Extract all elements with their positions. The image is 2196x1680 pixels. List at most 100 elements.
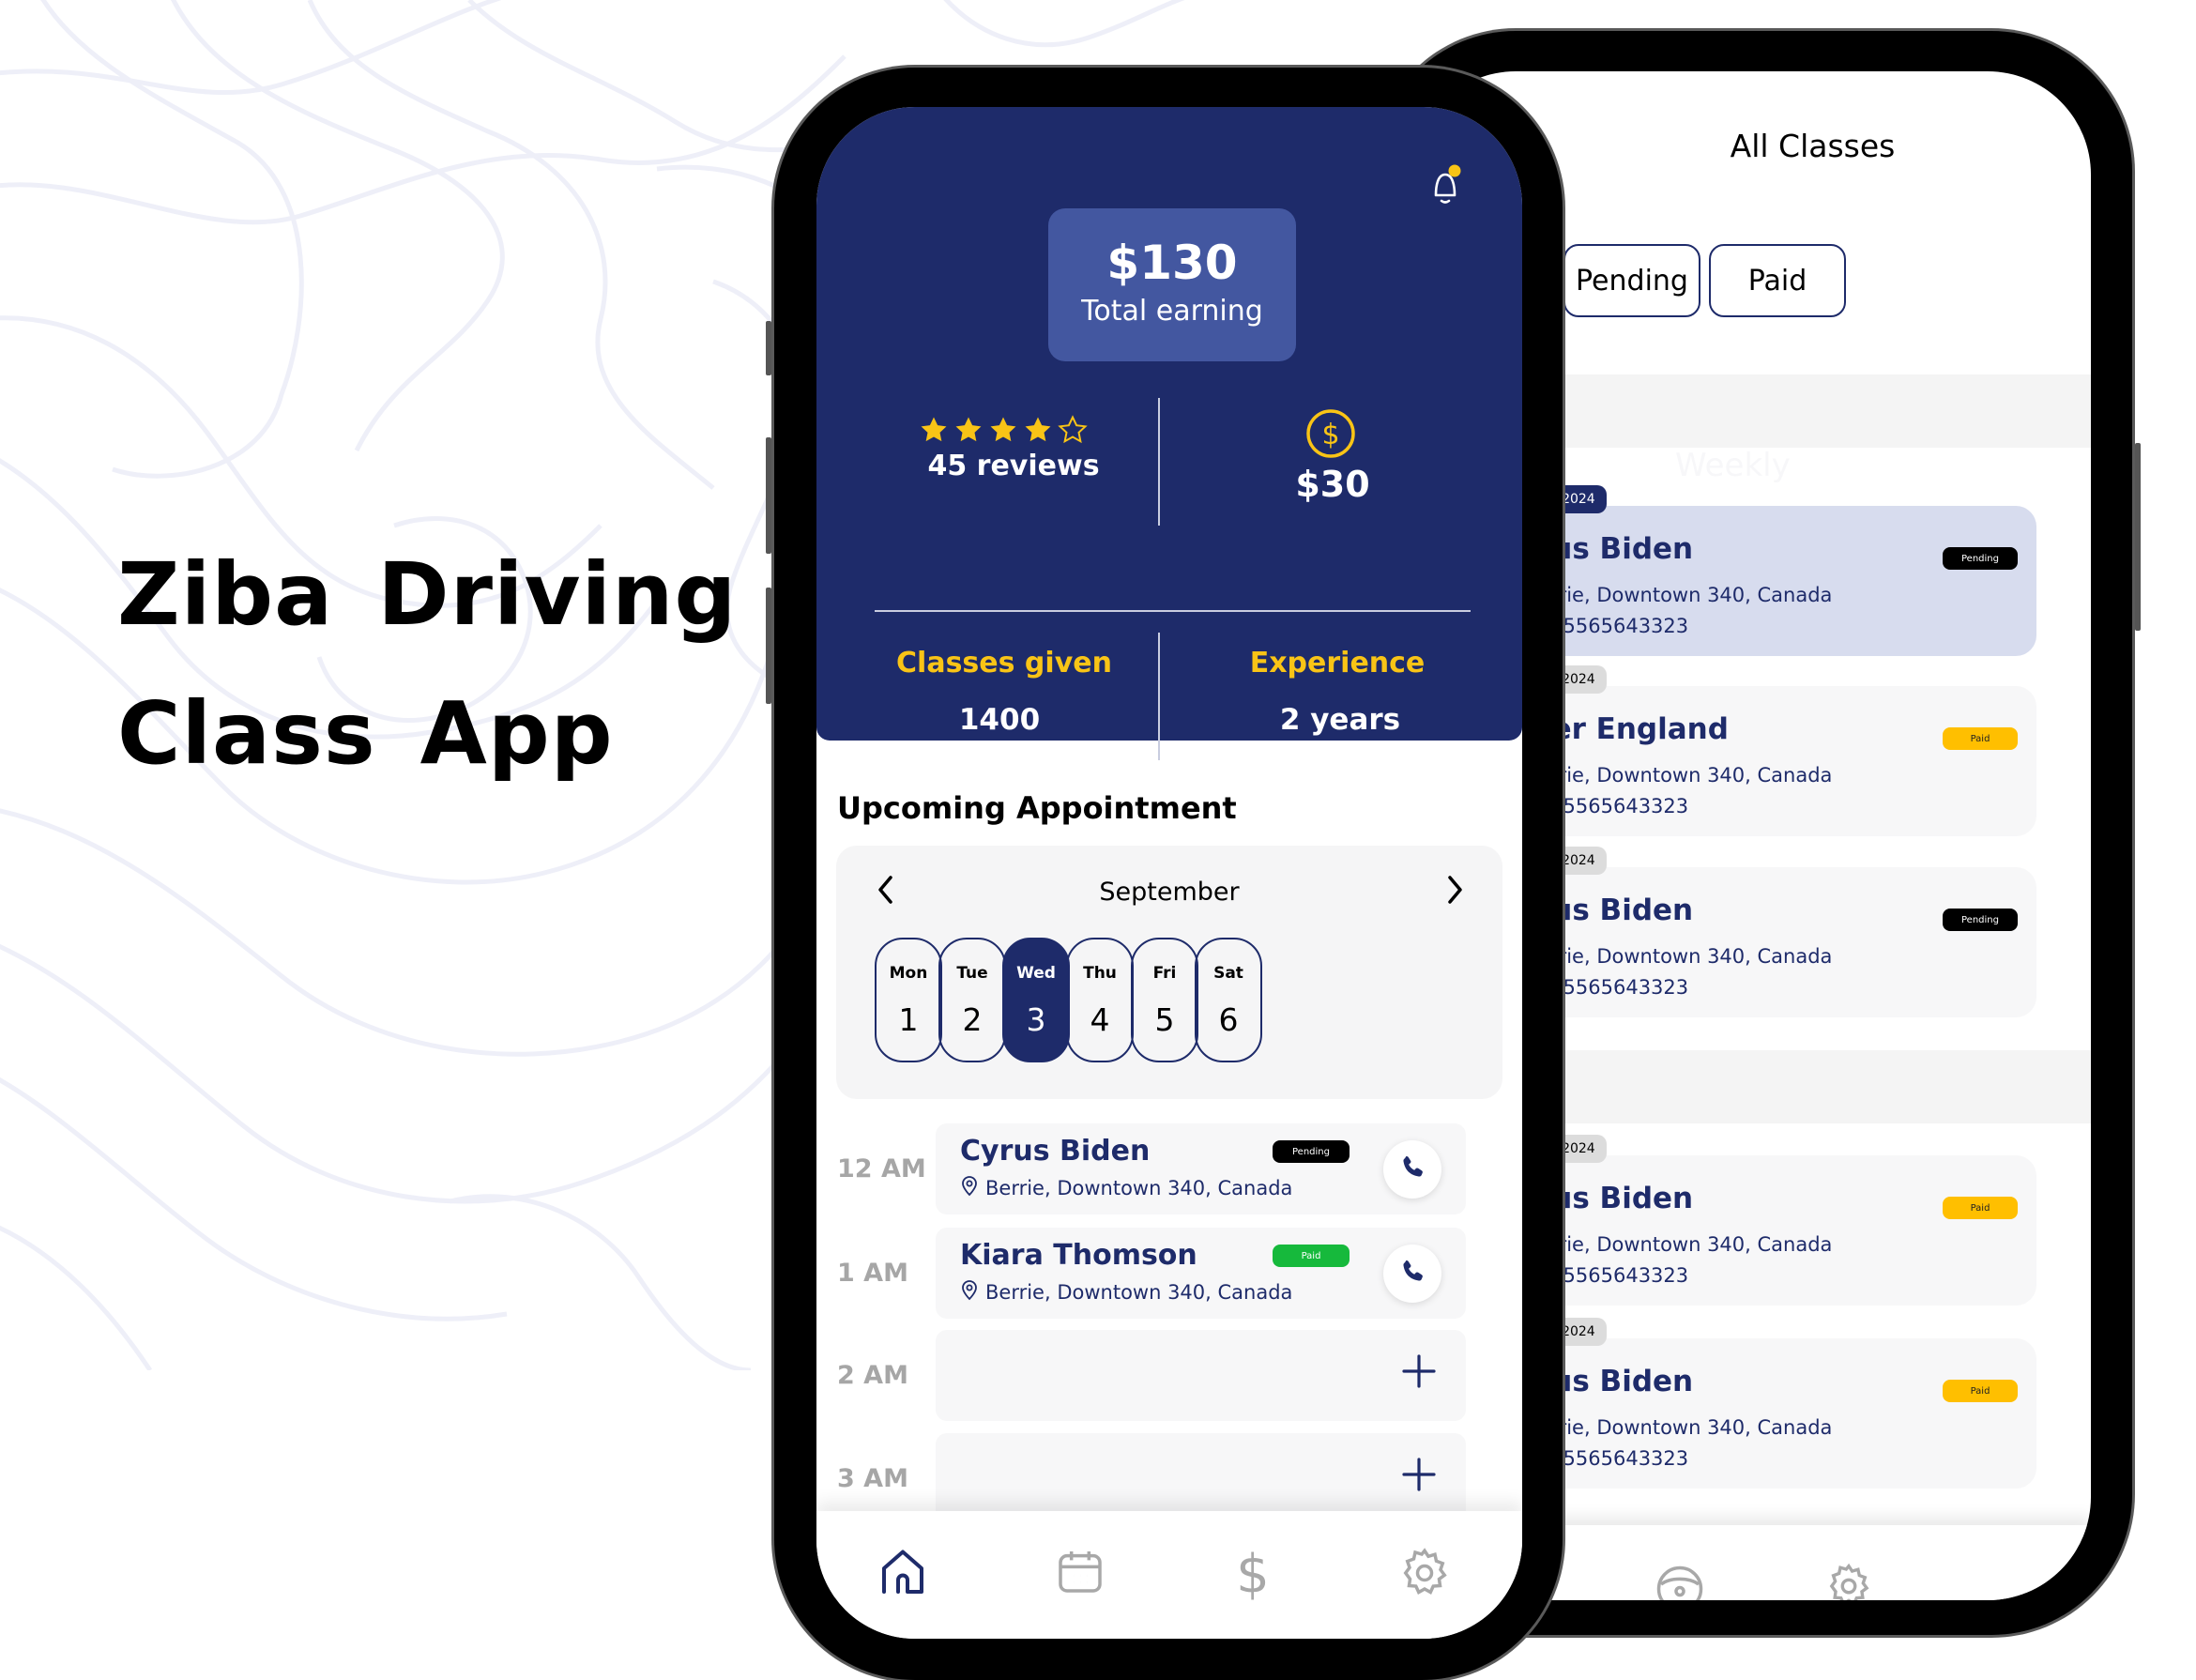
experience-label: Experience <box>1249 647 1426 680</box>
reviews-count: 45 reviews <box>927 450 1100 482</box>
student-name: Cyrus Biden <box>960 1135 1151 1168</box>
steering-wheel-icon[interactable] <box>1652 1561 1708 1600</box>
class-card[interactable]: 12/12/2024Cyrus BidenBerrie, Downtown 34… <box>1487 1318 2036 1489</box>
rating-stars <box>918 414 1089 450</box>
phone-side-button <box>766 321 771 375</box>
add-appointment-button[interactable] <box>1400 1456 1438 1497</box>
address-text: Berrie, Downtown 340, Canada <box>1525 763 1833 787</box>
appointment-card[interactable]: Cyrus Biden Berrie, Downtown 340, Canada P… <box>936 1123 1466 1214</box>
phone-icon <box>1398 1153 1426 1185</box>
divider <box>1158 633 1160 760</box>
address-text: Berrie, Downtown 340, Canada <box>1525 1415 1833 1439</box>
section-title: Upcoming Appointment <box>837 790 1237 826</box>
phone-side-button <box>2135 443 2141 631</box>
phone-home: $130 Total earning 45 reviews $ $30 Clas… <box>766 68 1563 1680</box>
slot-time: 12 AM <box>837 1154 926 1184</box>
calendar-day-fri[interactable]: Fri 5 <box>1131 938 1198 1062</box>
calendar-month: September <box>1099 878 1240 907</box>
calendar-icon[interactable] <box>1054 1545 1106 1601</box>
day-number: 3 <box>1026 1001 1046 1038</box>
total-earning-amount: $130 <box>1106 236 1238 290</box>
calendar-day-sat[interactable]: Sat 6 <box>1195 938 1262 1062</box>
appointment-card[interactable]: Kiara Thomson Berrie, Downtown 340, Canad… <box>936 1228 1466 1319</box>
calendar-day-wed[interactable]: Wed 3 <box>1002 938 1070 1062</box>
experience-value: 2 years <box>1279 703 1401 737</box>
settings-icon[interactable] <box>1396 1545 1453 1605</box>
svg-text:$: $ <box>1321 419 1339 451</box>
address-text: Berrie, Downtown 340, Canada <box>1525 583 1833 606</box>
settings-icon[interactable] <box>1823 1561 1874 1600</box>
hero-title-line2: Class App <box>117 683 614 784</box>
star-filled-icon <box>1022 414 1054 450</box>
day-name: Wed <box>1016 964 1056 983</box>
total-earning-card: $130 Total earning <box>1048 208 1296 361</box>
chevron-right-icon[interactable] <box>1444 874 1465 909</box>
star-outline-icon <box>1057 414 1089 450</box>
star-filled-icon <box>953 414 984 450</box>
day-name: Sat <box>1213 964 1243 983</box>
class-card[interactable]: 12/11/2024Peter EnglandBerrie, Downtown … <box>1487 665 2036 836</box>
calendar-day-mon[interactable]: Mon 1 <box>875 938 942 1062</box>
home-icon[interactable] <box>875 1545 931 1605</box>
student-name: Kiara Thomson <box>960 1239 1197 1272</box>
slot-time: 2 AM <box>837 1361 908 1390</box>
weekly-label: Weekly <box>1675 447 1791 484</box>
empty-slot <box>936 1330 1466 1421</box>
address-text: Berrie, Downtown 340, Canada <box>985 1176 1293 1199</box>
total-earning-label: Total earning <box>1081 295 1263 328</box>
divider <box>875 610 1471 612</box>
location-pin-icon <box>960 1174 979 1201</box>
day-name: Fri <box>1152 964 1177 983</box>
class-card[interactable]: 12/11/2024Cyrus BidenBerrie, Downtown 34… <box>1487 847 2036 1017</box>
phone-side-button <box>766 437 771 554</box>
slot-time: 1 AM <box>837 1259 908 1288</box>
day-number: 2 <box>962 1001 983 1038</box>
day-number: 4 <box>1090 1001 1110 1038</box>
dollar-coin-icon: $ <box>1304 407 1357 464</box>
hero-title-line1: Ziba Driving <box>117 544 738 645</box>
class-card[interactable]: 12/12/2024Cyrus BidenBerrie, Downtown 34… <box>1487 1135 2036 1306</box>
home-screen: $130 Total earning 45 reviews $ $30 Clas… <box>816 107 1522 1639</box>
dashboard-header: $130 Total earning 45 reviews $ $30 Clas… <box>816 107 1522 760</box>
status-badge: Paid <box>1943 727 2018 750</box>
status-badge: Pending <box>1943 909 2018 931</box>
day-number: 1 <box>898 1001 919 1038</box>
status-badge: Paid <box>1943 1380 2018 1402</box>
svg-text:$: $ <box>1236 1545 1270 1601</box>
hero-title: Ziba Driving Class App <box>117 526 737 803</box>
call-button[interactable] <box>1383 1140 1441 1199</box>
tab-paid[interactable]: Paid <box>1709 244 1846 317</box>
hourly-rate: $30 <box>1295 464 1370 505</box>
week-calendar: September Mon 1 Tue 2 Wed 3 Thu 4 Fri 5 Sat 6 <box>836 846 1502 1099</box>
address-text: Berrie, Downtown 340, Canada <box>985 1280 1293 1304</box>
status-badge: Pending <box>1273 1140 1350 1163</box>
status-badge: Pending <box>1943 547 2018 570</box>
status-badge: Paid <box>1273 1245 1350 1267</box>
notification-bell-icon[interactable] <box>1426 163 1468 214</box>
address: Berrie, Downtown 340, Canada <box>960 1174 1292 1201</box>
classes-given-label: Classes given <box>896 647 1112 680</box>
day-number: 5 <box>1154 1001 1175 1038</box>
phone-side-button <box>766 588 771 704</box>
tab-pending[interactable]: Pending <box>1563 244 1700 317</box>
day-name: Thu <box>1083 964 1117 983</box>
calendar-day-thu[interactable]: Thu 4 <box>1066 938 1134 1062</box>
dollar-icon[interactable]: $ <box>1229 1544 1276 1605</box>
add-appointment-button[interactable] <box>1400 1352 1438 1394</box>
address-text: Berrie, Downtown 340, Canada <box>1525 1232 1833 1256</box>
phone-icon <box>1398 1258 1426 1290</box>
divider <box>1158 398 1160 526</box>
call-button[interactable] <box>1383 1245 1441 1303</box>
location-pin-icon <box>960 1278 979 1306</box>
day-name: Mon <box>889 964 928 983</box>
class-card[interactable]: 12/11/2024Cyrus BidenBerrie, Downtown 34… <box>1487 485 2036 656</box>
address-text: Berrie, Downtown 340, Canada <box>1525 944 1833 968</box>
calendar-day-tue[interactable]: Tue 2 <box>938 938 1006 1062</box>
address: Berrie, Downtown 340, Canada <box>960 1278 1292 1306</box>
slot-time: 3 AM <box>837 1464 908 1493</box>
status-badge: Paid <box>1943 1197 2018 1219</box>
star-filled-icon <box>918 414 950 450</box>
day-name: Tue <box>956 964 988 983</box>
day-number: 6 <box>1218 1001 1239 1038</box>
star-filled-icon <box>987 414 1019 450</box>
